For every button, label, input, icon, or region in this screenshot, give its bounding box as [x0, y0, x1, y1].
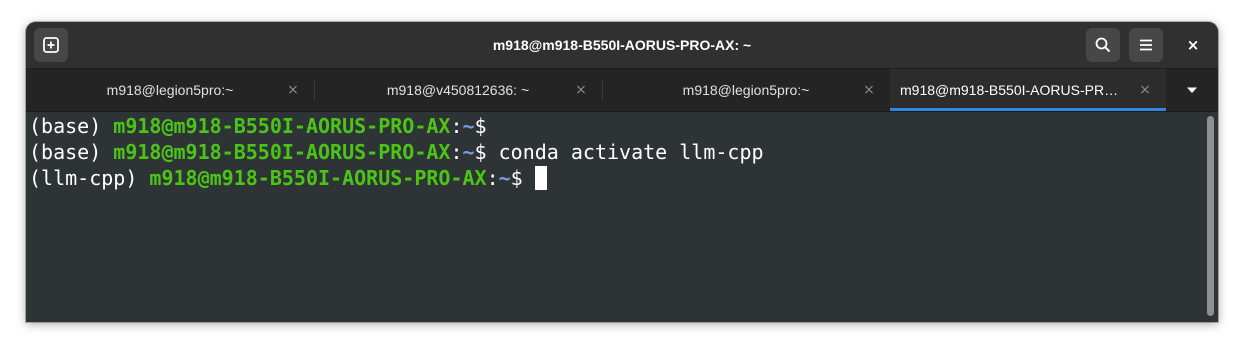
user-host: m918@m918-B550I-AORUS-PRO-AX [113, 114, 451, 138]
active-tab-indicator [890, 108, 1166, 111]
prompt-colon: : [450, 140, 463, 164]
terminal-view[interactable]: (base) m918@m918-B550I-AORUS-PRO-AX:~$ (… [26, 112, 1218, 322]
terminal-line: (base) m918@m918-B550I-AORUS-PRO-AX:~$ c… [29, 139, 764, 165]
terminal-window: m918@m918-B550I-AORUS-PRO-AX: ~ × m918@l… [26, 22, 1218, 322]
tab-label: m918@m918-B550I-AORUS-PRO-AX: ~ [900, 82, 1126, 98]
search-icon [1095, 37, 1111, 53]
window-close-button[interactable]: × [1176, 28, 1210, 62]
tab-close-icon[interactable]: × [572, 80, 590, 100]
tab-close-icon[interactable]: × [860, 80, 878, 100]
text-cursor [534, 166, 547, 190]
tab-list-button[interactable] [1166, 69, 1218, 111]
window-title: m918@m918-B550I-AORUS-PRO-AX: ~ [492, 37, 752, 53]
scrollbar[interactable] [1207, 116, 1214, 316]
tab-label: m918@v450812636: ~ [386, 82, 530, 98]
tab-2[interactable]: m918@v450812636: ~ × [314, 69, 602, 111]
prompt-colon: : [486, 166, 499, 190]
hamburger-menu-icon [1140, 39, 1152, 51]
user-host: m918@m918-B550I-AORUS-PRO-AX [113, 140, 451, 164]
prompt-colon: : [450, 114, 463, 138]
prompt-symbol: $ [474, 140, 487, 164]
tab-close-icon[interactable]: × [284, 80, 302, 100]
terminal-line: (base) m918@m918-B550I-AORUS-PRO-AX:~$ [29, 113, 487, 139]
dropdown-arrow-icon [1187, 87, 1197, 93]
conda-env: (llm-cpp) [29, 166, 150, 190]
tab-4-active[interactable]: m918@m918-B550I-AORUS-PRO-AX: ~ × [890, 69, 1166, 111]
command-text: conda activate llm-cpp [486, 140, 764, 164]
terminal-line: (llm-cpp) m918@m918-B550I-AORUS-PRO-AX:~… [29, 165, 547, 191]
tab-label: m918@legion5pro:~ [682, 82, 810, 98]
prompt-symbol: $ [474, 114, 487, 138]
close-icon: × [1186, 36, 1200, 54]
current-path: ~ [498, 166, 511, 190]
new-tab-button[interactable] [34, 28, 68, 62]
current-path: ~ [462, 114, 475, 138]
main-menu-button[interactable] [1129, 28, 1163, 62]
tab-bar: m918@legion5pro:~ × m918@v450812636: ~ ×… [26, 69, 1218, 112]
tab-label: m918@legion5pro:~ [106, 82, 234, 98]
user-host: m918@m918-B550I-AORUS-PRO-AX [149, 166, 487, 190]
conda-env: (base) [29, 114, 114, 138]
current-path: ~ [462, 140, 475, 164]
prompt-symbol: $ [510, 166, 523, 190]
conda-env: (base) [29, 140, 114, 164]
header-bar: m918@m918-B550I-AORUS-PRO-AX: ~ × [26, 22, 1218, 69]
tab-3[interactable]: m918@legion5pro:~ × [602, 69, 890, 111]
search-button[interactable] [1086, 28, 1120, 62]
tab-1[interactable]: m918@legion5pro:~ × [26, 69, 314, 111]
new-tab-icon [43, 37, 59, 53]
tab-close-icon[interactable]: × [1136, 80, 1154, 100]
